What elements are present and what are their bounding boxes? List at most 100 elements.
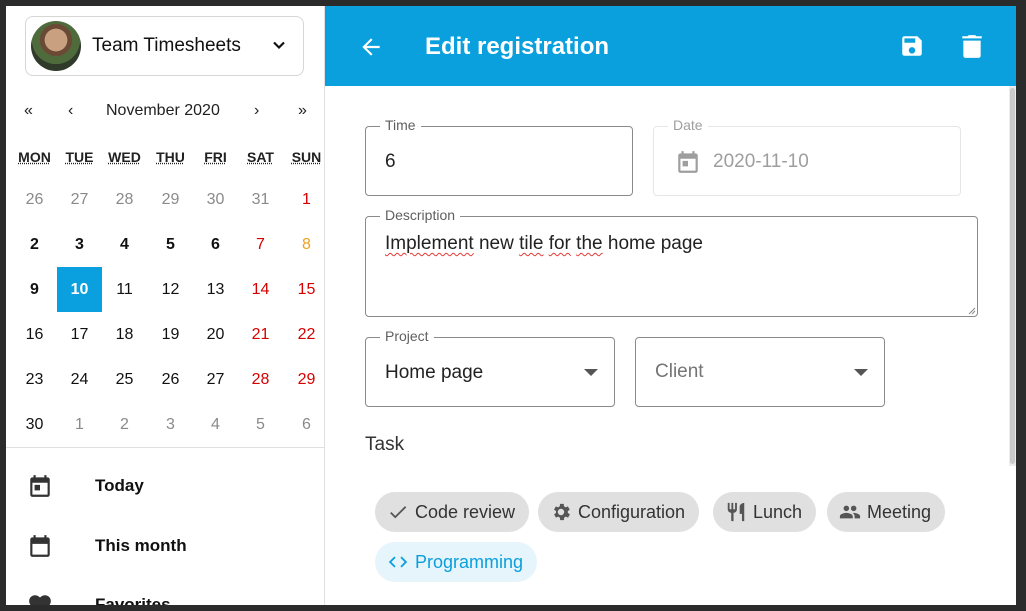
description-word: Implement (385, 233, 474, 254)
task-chip-label: Configuration (578, 501, 686, 522)
calendar-day[interactable]: 8 (284, 222, 324, 267)
calendar-day[interactable]: 5 (238, 402, 283, 447)
calendar-month-icon (30, 535, 50, 557)
task-chip-code-review[interactable]: Code review (375, 492, 530, 532)
nav-item-label: Today (95, 476, 144, 495)
calendar-day[interactable]: 14 (238, 267, 283, 312)
people-icon (839, 505, 861, 519)
calendar-day[interactable]: 6 (193, 222, 238, 267)
calendar-day[interactable]: 12 (148, 267, 193, 312)
next-year-button[interactable]: » (298, 102, 307, 120)
nav-item-favorites[interactable]: Favorites (6, 577, 324, 605)
task-section-label: Task (365, 434, 405, 455)
calendar-day[interactable]: 9 (12, 267, 57, 312)
task-chip-programming[interactable]: Programming (375, 542, 538, 582)
calendar-day[interactable]: 13 (193, 267, 238, 312)
nav-item-label: This month (95, 536, 187, 555)
calendar-day[interactable]: 22 (284, 312, 324, 357)
calendar-day[interactable]: 1 (57, 402, 102, 447)
prev-year-button[interactable]: « (24, 102, 33, 120)
time-field[interactable]: Time 6 (365, 117, 633, 196)
scrollbar-thumb[interactable] (1010, 88, 1015, 464)
client-select[interactable]: Client (635, 337, 885, 407)
calendar-day[interactable]: 31 (238, 177, 283, 222)
calendar-header: « ‹ November 2020 › » (6, 102, 324, 126)
calendar-day[interactable]: 24 (57, 357, 102, 402)
calendar-day[interactable]: 11 (102, 267, 147, 312)
description-word: the (576, 233, 603, 254)
project-select[interactable]: Project Home page (365, 328, 615, 407)
calendar-day[interactable]: 28 (102, 177, 147, 222)
resize-handle-icon[interactable] (968, 307, 976, 315)
calendar-day[interactable]: 7 (238, 222, 283, 267)
time-label: Time (380, 117, 421, 133)
calendar-day[interactable]: 17 (57, 312, 102, 357)
weekday-label: MON (18, 149, 51, 165)
calendar-day[interactable]: 3 (148, 402, 193, 447)
calendar-day[interactable]: 30 (12, 402, 57, 447)
app-bar: Edit registration (325, 6, 1016, 86)
trash-icon[interactable] (961, 33, 983, 59)
app-window: Team Timesheets « ‹ November 2020 › » MO… (6, 6, 1016, 605)
team-name: Team Timesheets (92, 35, 241, 56)
date-label: Date (668, 117, 708, 133)
nav-item-label: Favorites (95, 595, 171, 605)
calendar-month-label[interactable]: November 2020 (106, 102, 220, 120)
calendar-day[interactable]: 4 (193, 402, 238, 447)
calendar-day[interactable]: 19 (148, 312, 193, 357)
calendar-day[interactable]: 2 (102, 402, 147, 447)
calendar-day[interactable]: 25 (102, 357, 147, 402)
calendar-day[interactable]: 27 (57, 177, 102, 222)
calendar-day[interactable]: 1 (284, 177, 324, 222)
project-value: Home page (385, 362, 484, 383)
calendar-day[interactable]: 26 (148, 357, 193, 402)
calendar-day[interactable]: 23 (12, 357, 57, 402)
description-word: page (660, 233, 703, 254)
calendar-day[interactable]: 15 (284, 267, 324, 312)
description-word: tile (519, 233, 544, 254)
nav-item-this-month[interactable]: This month (6, 518, 324, 574)
description-word: home (607, 233, 656, 254)
gear-icon (554, 503, 570, 521)
calendar-day[interactable]: 6 (284, 402, 324, 447)
calendar-day[interactable]: 29 (284, 357, 324, 402)
calendar-day[interactable]: 29 (148, 177, 193, 222)
divider (6, 447, 324, 448)
calendar-day[interactable]: 28 (238, 357, 283, 402)
calendar-day[interactable]: 10 (57, 267, 102, 312)
save-icon[interactable] (899, 33, 925, 59)
description-word: for (548, 233, 571, 254)
chevron-down-icon (273, 41, 285, 50)
description-field[interactable]: Description Implement new tile for the h… (365, 207, 978, 317)
task-chip-lunch[interactable]: Lunch (713, 492, 817, 532)
task-chip-label: Meeting (867, 501, 932, 522)
calendar-day[interactable]: 21 (238, 312, 283, 357)
check-icon (390, 506, 407, 519)
task-chip-configuration[interactable]: Configuration (538, 492, 700, 532)
calendar-day[interactable]: 3 (57, 222, 102, 267)
calendar-weekdays: MON TUE WED THU FRI SAT SUN (6, 149, 324, 169)
description-value: Implement new tile for the home page (385, 233, 703, 255)
next-month-button[interactable]: › (254, 102, 259, 120)
calendar-icon (678, 151, 698, 173)
calendar-day[interactable]: 5 (148, 222, 193, 267)
nav-item-today[interactable]: Today (6, 458, 324, 514)
task-chip-label: Code review (415, 501, 516, 522)
task-chip-label: Lunch (753, 501, 803, 522)
time-value: 6 (385, 151, 396, 172)
task-chip-meeting[interactable]: Meeting (827, 492, 946, 532)
calendar-day[interactable]: 16 (12, 312, 57, 357)
weekday-label: THU (156, 149, 185, 165)
calendar-day[interactable]: 4 (102, 222, 147, 267)
calendar-day[interactable]: 26 (12, 177, 57, 222)
weekday-label: SAT (247, 149, 274, 165)
prev-month-button[interactable]: ‹ (68, 102, 73, 120)
heart-icon (29, 595, 51, 605)
calendar-day[interactable]: 27 (193, 357, 238, 402)
calendar-day[interactable]: 18 (102, 312, 147, 357)
team-selector[interactable]: Team Timesheets (25, 16, 304, 76)
calendar-day[interactable]: 30 (193, 177, 238, 222)
calendar-day[interactable]: 2 (12, 222, 57, 267)
calendar-day[interactable]: 20 (193, 312, 238, 357)
arrow-left-icon[interactable] (358, 34, 384, 60)
